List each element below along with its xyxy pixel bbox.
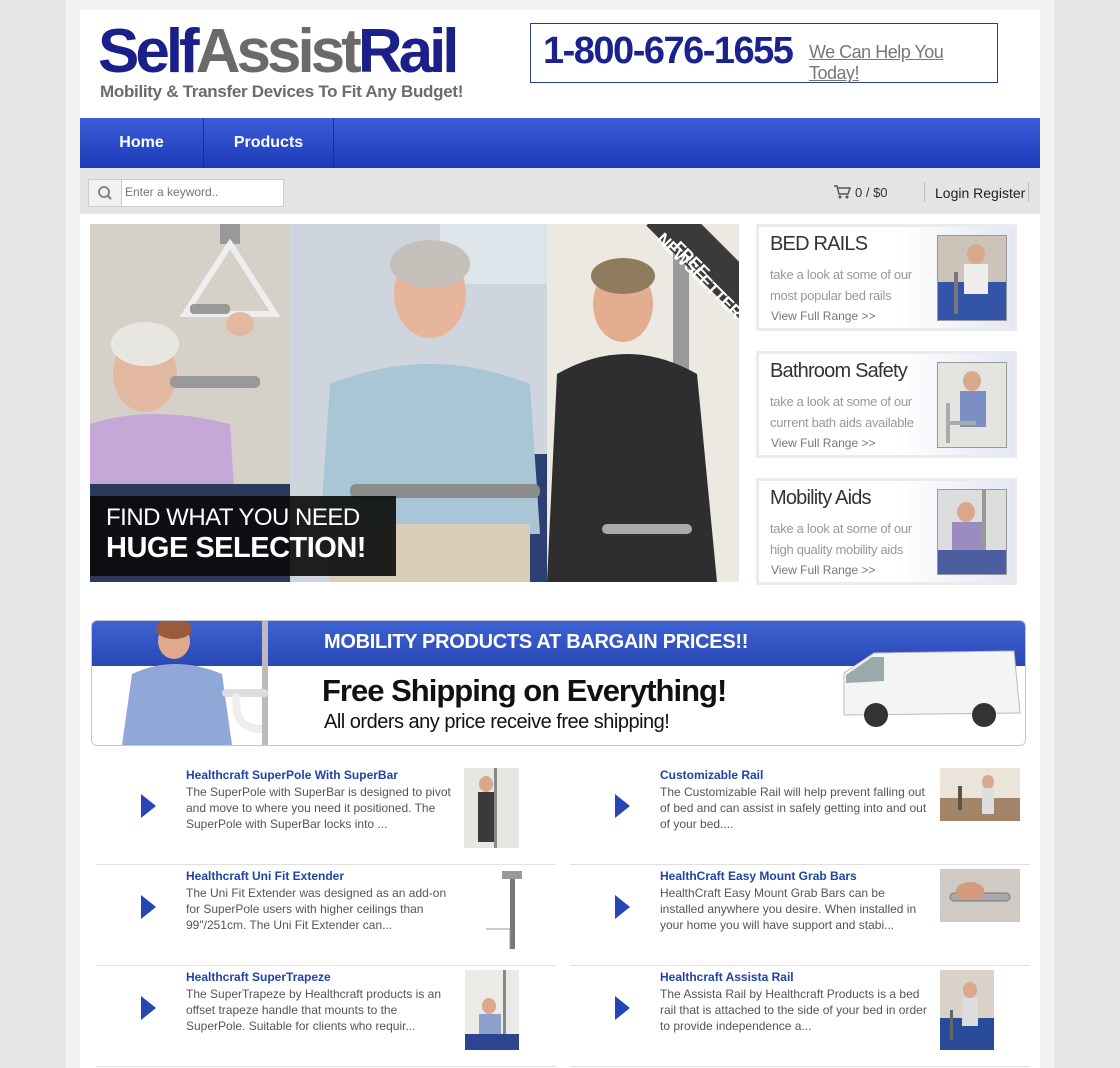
- banner-subtext: All orders any price receive free shippi…: [324, 711, 670, 733]
- promo-image: [937, 489, 1007, 575]
- divider: [1028, 182, 1029, 202]
- toolbar: 0 / $0 Login Register: [80, 168, 1040, 214]
- product-item[interactable]: Healthcraft Uni Fit Extender The Uni Fit…: [96, 865, 556, 966]
- product-description: The Uni Fit Extender was designed as an …: [186, 886, 447, 932]
- main-nav: Home Products: [80, 118, 1040, 168]
- product-image[interactable]: [940, 970, 994, 1050]
- shipping-banner[interactable]: MOBILITY PRODUCTS AT BARGAIN PRICES!! Fr…: [91, 620, 1026, 746]
- product-image[interactable]: [464, 768, 519, 848]
- arrow-right-icon: [141, 794, 156, 818]
- promo-bathroom-safety[interactable]: Bathroom Safety take a look at some of o…: [756, 351, 1017, 458]
- product-description: The Assista Rail by Healthcraft Products…: [660, 987, 927, 1033]
- search-box: [88, 179, 284, 207]
- phone-box: 1-800-676-1655 We Can Help You Today!: [530, 23, 998, 83]
- product-item[interactable]: Healthcraft SuperTrapeze The SuperTrapez…: [96, 966, 556, 1067]
- delivery-van-image: [843, 650, 1021, 727]
- promo-bed-rails[interactable]: BED RAILS take a look at some of our mos…: [756, 224, 1017, 331]
- promo-text: take a look at some of our high quality …: [770, 521, 912, 557]
- main-content: FREE NEWSLETTER FIND WHAT YOU NEED HUGE …: [80, 214, 1040, 1068]
- promo-mobility-aids[interactable]: Mobility Aids take a look at some of our…: [756, 478, 1017, 585]
- divider: [924, 182, 925, 202]
- promo-image: [937, 362, 1007, 448]
- product-item[interactable]: Customizable Rail The Customizable Rail …: [570, 764, 1030, 865]
- arrow-right-icon: [615, 794, 630, 818]
- product-title[interactable]: Customizable Rail: [660, 768, 763, 782]
- promo-text: take a look at some of our most popular …: [770, 267, 912, 303]
- promo-text: take a look at some of our current bath …: [770, 394, 914, 430]
- product-description: The SuperTrapeze by Healthcraft products…: [186, 987, 442, 1033]
- product-description: HealthCraft Easy Mount Grab Bars can be …: [660, 886, 917, 932]
- arrow-right-icon: [141, 996, 156, 1020]
- product-image[interactable]: [484, 869, 524, 951]
- product-image[interactable]: [940, 869, 1020, 922]
- phone-number: 1-800-676-1655: [543, 30, 794, 72]
- arrow-right-icon: [615, 895, 630, 919]
- hero-banner[interactable]: FREE NEWSLETTER FIND WHAT YOU NEED HUGE …: [90, 224, 739, 582]
- arrow-right-icon: [141, 895, 156, 919]
- help-link[interactable]: We Can Help You Today!: [809, 42, 997, 84]
- search-input[interactable]: [125, 180, 279, 204]
- product-image[interactable]: [940, 768, 1020, 821]
- product-title[interactable]: HealthCraft Easy Mount Grab Bars: [660, 869, 857, 883]
- hero-overlay-line1: FIND WHAT YOU NEED: [106, 504, 360, 531]
- search-icon[interactable]: [89, 180, 122, 206]
- promo-link[interactable]: View Full Range >>: [771, 309, 876, 323]
- promo-image: [937, 235, 1007, 321]
- site-logo[interactable]: SelfAssistRail: [98, 18, 460, 86]
- product-item[interactable]: HealthCraft Easy Mount Grab Bars HealthC…: [570, 865, 1030, 966]
- arrow-right-icon: [615, 996, 630, 1020]
- product-title[interactable]: Healthcraft SuperPole With SuperBar: [186, 768, 398, 782]
- banner-headline: MOBILITY PRODUCTS AT BARGAIN PRICES!!: [324, 631, 749, 653]
- site-header: SelfAssistRail Mobility & Transfer Devic…: [80, 10, 1040, 118]
- promo-title: BED RAILS: [770, 233, 868, 255]
- product-title[interactable]: Healthcraft Uni Fit Extender: [186, 869, 344, 883]
- banner-free-shipping: Free Shipping on Everything!: [322, 673, 727, 708]
- product-description: The SuperPole with SuperBar is designed …: [186, 785, 451, 831]
- hero-photo-pole: FREE NEWSLETTER: [547, 224, 739, 582]
- promo-title: Mobility Aids: [770, 487, 872, 509]
- product-image[interactable]: [465, 970, 519, 1050]
- promo-link[interactable]: View Full Range >>: [771, 563, 876, 577]
- nav-products[interactable]: Products: [204, 118, 334, 168]
- product-item[interactable]: Healthcraft SuperPole With SuperBar The …: [96, 764, 556, 865]
- product-item[interactable]: Healthcraft Assista Rail The Assista Rai…: [570, 966, 1030, 1067]
- cart-icon: [833, 184, 852, 203]
- register-link[interactable]: Register: [973, 185, 1025, 201]
- promo-link[interactable]: View Full Range >>: [771, 436, 876, 450]
- hero-overlay: FIND WHAT YOU NEED HUGE SELECTION!: [90, 496, 396, 576]
- site-tagline: Mobility & Transfer Devices To Fit Any B…: [100, 82, 464, 101]
- hero-overlay-line2: HUGE SELECTION!: [106, 532, 366, 564]
- promo-title: Bathroom Safety: [770, 360, 908, 382]
- cart-summary[interactable]: 0 / $0: [834, 185, 888, 200]
- login-link[interactable]: Login: [935, 185, 969, 201]
- account-links: Login Register: [935, 185, 1025, 201]
- product-title[interactable]: Healthcraft SuperTrapeze: [186, 970, 331, 984]
- banner-woman-illustration: [122, 621, 268, 745]
- product-description: The Customizable Rail will help prevent …: [660, 785, 927, 831]
- nav-home[interactable]: Home: [80, 118, 204, 168]
- product-title[interactable]: Healthcraft Assista Rail: [660, 970, 794, 984]
